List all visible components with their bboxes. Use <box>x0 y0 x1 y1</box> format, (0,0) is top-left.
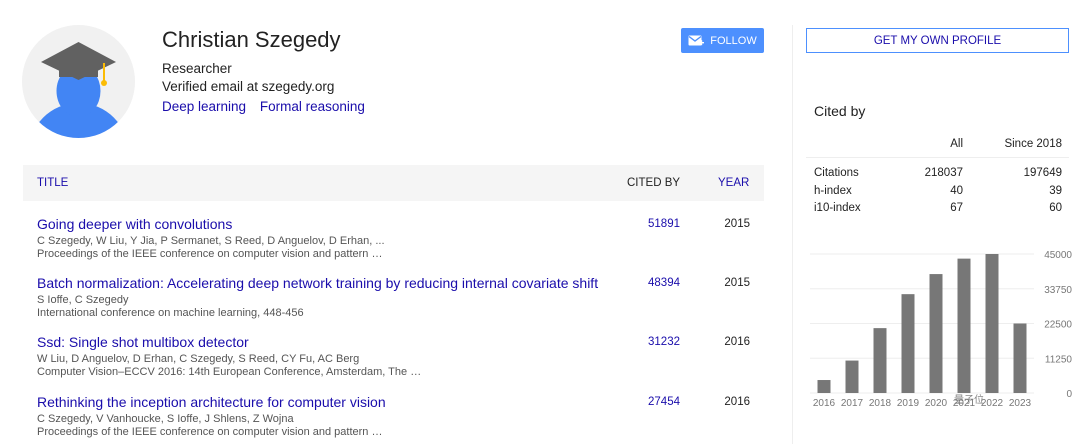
paper-venue: Proceedings of the IEEE conference on co… <box>37 426 383 438</box>
publications-table-header: TITLE CITED BY YEAR <box>23 165 764 201</box>
stats-label-link[interactable]: Citations <box>814 167 859 179</box>
watermark-text: 量子位 <box>954 393 984 406</box>
table-row: Batch normalization: Accelerating deep n… <box>37 275 764 325</box>
stats-since-value: 39 <box>1049 184 1062 197</box>
chart-bar[interactable] <box>901 294 915 393</box>
paper-year: 2015 <box>724 277 750 289</box>
x-tick-label: 2017 <box>841 398 864 409</box>
stats-since-value: 197649 <box>1023 167 1062 179</box>
paper-venue: Computer Vision–ECCV 2016: 14th European… <box>37 366 422 378</box>
profile-email: Verified email at szegedy.org <box>162 79 335 94</box>
paper-venue: Proceedings of the IEEE conference on co… <box>37 248 383 260</box>
paper-title-link[interactable]: Batch normalization: Accelerating deep n… <box>37 275 598 291</box>
stats-since-value: 60 <box>1049 202 1062 214</box>
chart-bar[interactable] <box>957 258 971 393</box>
paper-year: 2015 <box>724 218 750 230</box>
chart-bar[interactable] <box>817 380 831 393</box>
paper-title-link[interactable]: Going deeper with convolutions <box>37 216 232 232</box>
stats-all-value: 40 <box>950 184 963 197</box>
x-tick-label: 2022 <box>981 398 1004 409</box>
chart-bar[interactable] <box>845 360 859 393</box>
citations-per-year-chart: 0 11250 22500 33750 45000 2016 2017 2018 2019 202… <box>810 250 1073 409</box>
stats-col-all: All <box>950 138 963 150</box>
y-tick-label: 33750 <box>1044 285 1072 296</box>
y-tick-label: 11250 <box>1045 354 1073 365</box>
paper-venue: International conference on machine lear… <box>37 307 304 319</box>
profile-affiliation: Researcher <box>162 61 232 76</box>
paper-title-link[interactable]: Ssd: Single shot multibox detector <box>37 334 249 350</box>
y-tick-label: 0 <box>1066 389 1072 400</box>
table-row: Rethinking the inception architecture fo… <box>37 394 764 444</box>
chart-bar[interactable] <box>1013 323 1027 394</box>
follow-button[interactable]: FOLLOW <box>681 28 764 53</box>
stats-all-value: 218037 <box>924 167 963 179</box>
paper-authors: C Szegedy, V Vanhoucke, S Ioffe, J Shlen… <box>37 413 294 425</box>
stats-header: All Since 2018 <box>806 130 1069 158</box>
x-tick-label: 2016 <box>813 398 836 409</box>
sort-by-year[interactable]: YEAR <box>718 177 749 189</box>
stats-row: i10-index 67 60 <box>806 199 1069 217</box>
stats-row: Citations 218037 197649 <box>806 164 1069 182</box>
chart-bar[interactable] <box>929 274 943 393</box>
paper-year: 2016 <box>724 396 750 408</box>
paper-authors: S Ioffe, C Szegedy <box>37 294 129 306</box>
x-tick-label: 2019 <box>897 398 920 409</box>
y-tick-label: 45000 <box>1044 250 1072 261</box>
follow-label: FOLLOW <box>710 34 757 47</box>
cited-by-header: CITED BY <box>627 177 681 189</box>
stats-label-link[interactable]: h-index <box>814 185 852 197</box>
get-my-own-profile-button[interactable]: GET MY OWN PROFILE <box>806 28 1069 53</box>
stats-all-value: 67 <box>950 202 963 214</box>
column-divider <box>792 25 793 444</box>
avatar <box>22 25 135 138</box>
interest-link[interactable]: Deep learning <box>162 99 246 114</box>
paper-authors: C Szegedy, W Liu, Y Jia, P Sermanet, S R… <box>37 235 385 247</box>
paper-authors: W Liu, D Anguelov, D Erhan, C Szegedy, S… <box>37 353 360 365</box>
x-tick-label: 2018 <box>869 398 892 409</box>
table-row: Ssd: Single shot multibox detector W Liu… <box>37 334 764 384</box>
y-tick-label: 22500 <box>1044 320 1072 331</box>
cited-by-count-link[interactable]: 27454 <box>648 396 680 408</box>
profile-name: Christian Szegedy <box>162 27 341 52</box>
chart-bar[interactable] <box>873 328 887 393</box>
graduate-avatar-icon <box>22 25 135 138</box>
paper-year: 2016 <box>724 336 750 348</box>
chart-bar[interactable] <box>985 254 999 393</box>
citation-stats-table: All Since 2018 Citations 218037 197649 h… <box>806 130 1069 217</box>
x-tick-label: 2020 <box>925 398 948 409</box>
sort-by-title[interactable]: TITLE <box>37 177 68 189</box>
profile-interests: Deep learning Formal reasoning <box>162 99 375 114</box>
cited-by-count-link[interactable]: 51891 <box>648 218 680 230</box>
stats-col-since: Since 2018 <box>1004 138 1062 150</box>
stats-row: h-index 40 39 <box>806 182 1069 200</box>
mail-follow-icon <box>688 35 705 45</box>
interest-link[interactable]: Formal reasoning <box>260 99 365 114</box>
cited-by-count-link[interactable]: 48394 <box>648 277 680 289</box>
x-tick-label: 2023 <box>1009 398 1032 409</box>
table-row: Going deeper with convolutions C Szegedy… <box>37 216 764 266</box>
paper-title-link[interactable]: Rethinking the inception architecture fo… <box>37 394 386 410</box>
cited-by-title: Cited by <box>814 103 866 119</box>
cited-by-count-link[interactable]: 31232 <box>648 336 680 348</box>
stats-label-link[interactable]: i10-index <box>814 202 861 214</box>
